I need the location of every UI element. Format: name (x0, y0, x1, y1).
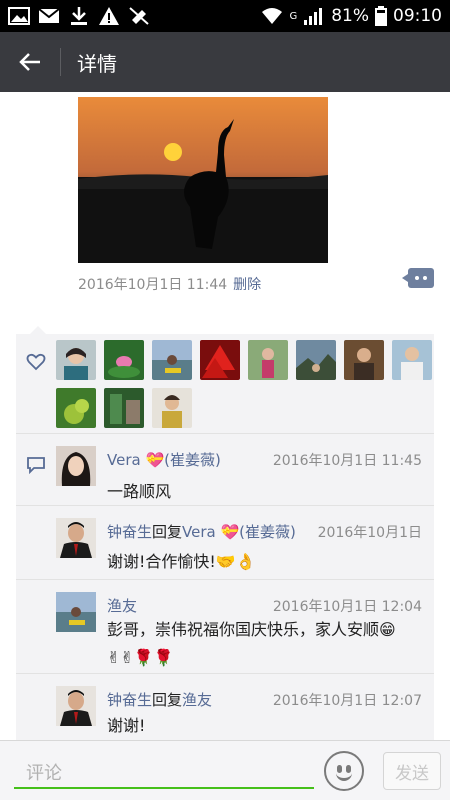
title-bar: 详情 (0, 32, 450, 92)
comment-row[interactable]: Vera 💝(崔姜薇) 2016年10月1日 11:45 一路顺风 (16, 434, 434, 506)
heart-icon (26, 353, 46, 371)
signal-off-icon (129, 7, 149, 25)
avatar-image (56, 446, 96, 486)
avatar-image (104, 388, 144, 428)
avatar-image (200, 340, 240, 380)
mail-icon (38, 8, 60, 23)
commenter-name[interactable]: 钟奋生 (107, 691, 152, 709)
status-bar: G 81% 09:10 (0, 0, 450, 32)
avatar-image (296, 340, 336, 380)
comment-menu-button[interactable] (402, 268, 434, 288)
sunset-crane-image (78, 97, 328, 263)
likes-section (16, 334, 434, 434)
warning-icon (99, 7, 119, 25)
back-arrow-icon (19, 53, 40, 71)
reply-word: 回复 (152, 523, 183, 541)
delete-link[interactable]: 删除 (233, 277, 261, 293)
post-timestamp-row: 2016年10月1日 11:44 删除 (78, 274, 261, 294)
clock: 09:10 (393, 6, 442, 26)
comment-time: 2016年10月1日 12:04 (272, 599, 422, 615)
avatar-image (56, 592, 96, 632)
avatar-image (56, 388, 96, 428)
download-icon (71, 7, 87, 25)
commenter-avatar[interactable] (56, 686, 96, 726)
reply-target-name[interactable]: 渔友 (182, 691, 212, 709)
page-title: 详情 (77, 51, 117, 76)
wifi-icon (262, 8, 283, 24)
comment-text: 彭哥，崇伟祝福你国庆快乐，家人安顺😁✌✌🌹🌹 (107, 620, 396, 667)
comment-input-bar: 评论 发送 (0, 740, 450, 800)
liker-avatar[interactable] (392, 340, 432, 380)
reply-header: 钟奋生回复Vera 💝(崔姜薇) (107, 521, 296, 542)
battery-percent: 81% (331, 6, 369, 26)
comment-text: 谢谢!合作愉快!🤝👌 (107, 552, 256, 571)
comment-time: 2016年10月1日 (317, 525, 422, 541)
liker-avatar[interactable] (248, 340, 288, 380)
emoji-button[interactable] (324, 751, 364, 791)
commenter-name[interactable]: 渔友 (107, 595, 137, 616)
comment-text: 一路顺风 (107, 482, 172, 501)
smile-icon (336, 773, 352, 781)
battery-icon (375, 6, 387, 26)
liker-avatar[interactable] (296, 340, 336, 380)
comment-row[interactable]: 钟奋生回复渔友 2016年10月1日 12:07 谢谢! (16, 674, 434, 744)
avatar-image (152, 340, 192, 380)
post-timestamp: 2016年10月1日 11:44 (78, 277, 228, 293)
send-button[interactable]: 发送 (383, 752, 441, 790)
comment-row[interactable]: 渔友 2016年10月1日 12:04 彭哥，崇伟祝福你国庆快乐，家人安顺😁✌✌… (16, 580, 434, 674)
avatar-image (344, 340, 384, 380)
commenter-name[interactable]: 钟奋生 (107, 523, 152, 541)
network-type-label: G (289, 11, 298, 22)
comment-input[interactable]: 评论 (14, 755, 314, 789)
likes-comments-panel: Vera 💝(崔姜薇) 2016年10月1日 11:45 一路顺风 钟奋生回复V… (16, 326, 434, 744)
reply-target-name[interactable]: Vera 💝(崔姜薇) (182, 523, 296, 541)
avatar-image (56, 686, 96, 726)
avatar-image (56, 340, 96, 380)
back-button[interactable] (0, 32, 60, 92)
title-divider (60, 48, 61, 76)
avatar-image (152, 388, 192, 428)
commenter-avatar[interactable] (56, 592, 96, 632)
comment-text: 谢谢! (107, 716, 146, 735)
liker-avatar[interactable] (104, 388, 144, 428)
liker-avatar[interactable] (152, 388, 192, 428)
commenter-name[interactable]: Vera 💝(崔姜薇) (107, 449, 221, 470)
liker-avatar[interactable] (200, 340, 240, 380)
comment-time: 2016年10月1日 12:07 (272, 693, 422, 709)
cell-signal-icon (304, 8, 323, 25)
comment-time: 2016年10月1日 11:45 (272, 453, 422, 469)
commenter-avatar[interactable] (56, 446, 96, 486)
gallery-icon (8, 7, 30, 25)
liker-avatar[interactable] (56, 388, 96, 428)
dot (415, 276, 419, 280)
liker-avatar[interactable] (152, 340, 192, 380)
commenter-avatar[interactable] (56, 518, 96, 558)
avatar-image (392, 340, 432, 380)
post-photo[interactable] (78, 97, 328, 263)
comment-icon (27, 457, 45, 474)
liker-avatar[interactable] (56, 340, 96, 380)
avatar-image (56, 518, 96, 558)
liker-avatar[interactable] (344, 340, 384, 380)
dot (423, 276, 427, 280)
avatar-image (248, 340, 288, 380)
comment-row[interactable]: 钟奋生回复Vera 💝(崔姜薇) 2016年10月1日 谢谢!合作愉快!🤝👌 (16, 506, 434, 580)
avatar-image (104, 340, 144, 380)
liker-avatar[interactable] (104, 340, 144, 380)
reply-word: 回复 (152, 691, 183, 709)
reply-header: 钟奋生回复渔友 (107, 689, 212, 710)
